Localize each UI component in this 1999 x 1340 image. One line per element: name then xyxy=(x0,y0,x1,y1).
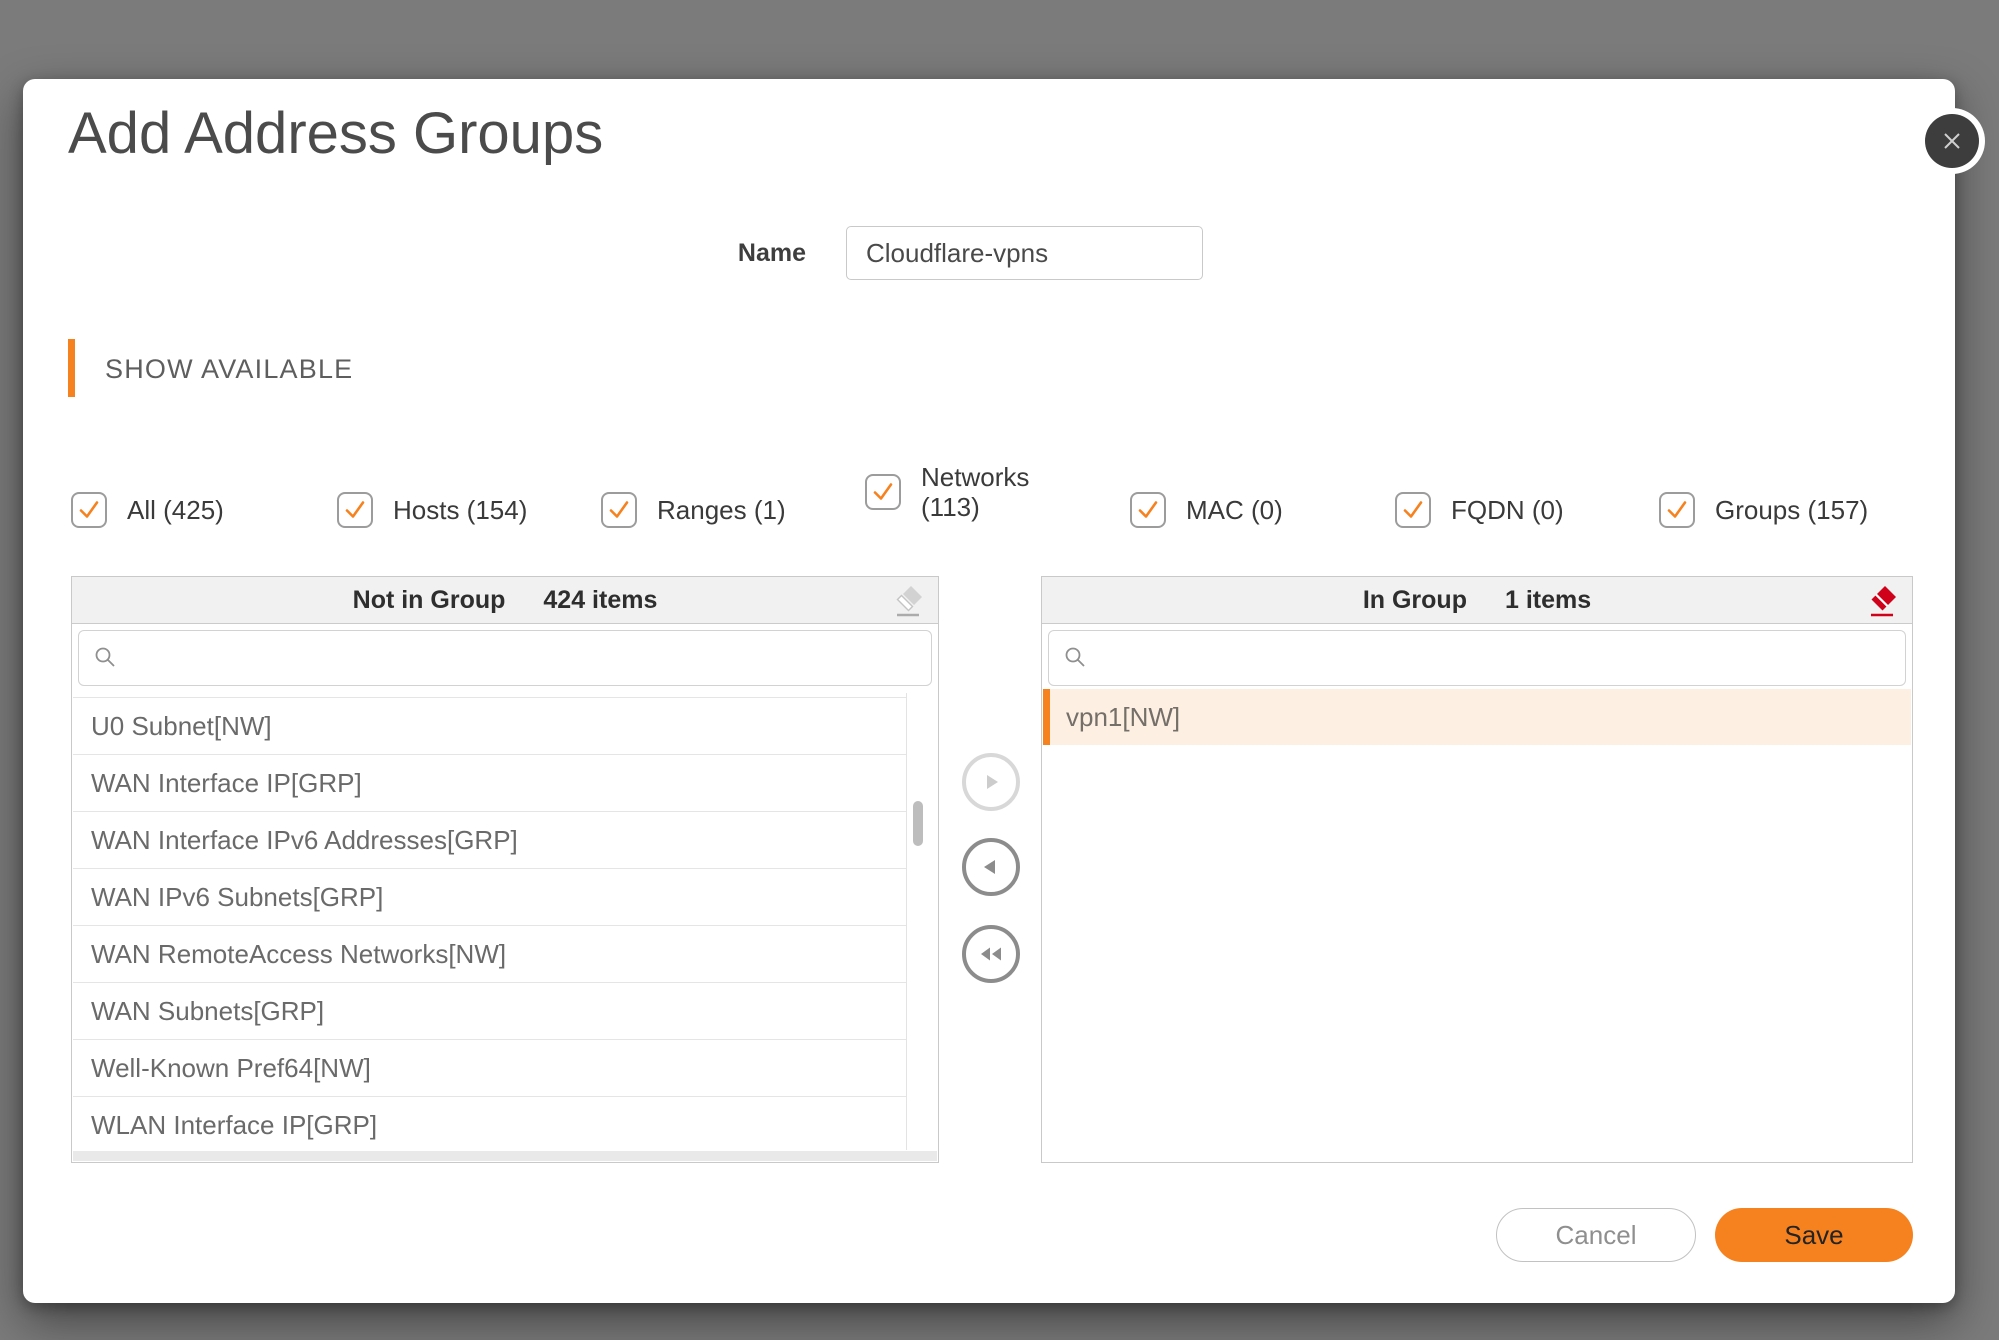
horizontal-scrollbar[interactable] xyxy=(73,1151,937,1161)
checkbox-checked-icon[interactable] xyxy=(71,492,107,528)
move-right-button[interactable] xyxy=(962,753,1020,811)
vertical-scrollbar[interactable] xyxy=(906,693,937,1150)
search-icon xyxy=(1063,645,1089,671)
not-in-group-list: U0 Subnet[NW] WAN Interface IP[GRP] WAN … xyxy=(73,697,906,1150)
list-item-label: vpn1[NW] xyxy=(1066,702,1180,733)
close-icon xyxy=(1925,114,1979,168)
not-in-group-panel: Not in Group 424 items U0 Subnet[NW] xyxy=(71,576,939,1163)
save-label: Save xyxy=(1784,1220,1843,1251)
filter-label: Groups (157) xyxy=(1715,495,1868,525)
list-item[interactable]: WAN RemoteAccess Networks[NW] xyxy=(73,926,906,983)
section-title: SHOW AVAILABLE xyxy=(105,354,353,385)
search-box xyxy=(78,630,932,686)
section-accent-bar xyxy=(68,339,75,397)
search-icon xyxy=(93,645,119,671)
filter-groups[interactable]: Groups (157) xyxy=(1659,482,1868,538)
move-all-left-button[interactable] xyxy=(962,925,1020,983)
checkbox-checked-icon[interactable] xyxy=(337,492,373,528)
filter-label: FQDN (0) xyxy=(1451,495,1564,525)
move-left-button[interactable] xyxy=(962,838,1020,896)
group-name-input[interactable] xyxy=(846,226,1203,280)
filter-mac[interactable]: MAC (0) xyxy=(1130,482,1283,538)
not-in-group-header: Not in Group 424 items xyxy=(72,577,938,624)
filter-label: MAC (0) xyxy=(1186,495,1283,525)
list-item[interactable]: Well-Known Pref64[NW] xyxy=(73,1040,906,1097)
panel-count: 1 items xyxy=(1505,586,1591,615)
name-label: Name xyxy=(706,239,806,268)
filter-hosts[interactable]: Hosts (154) xyxy=(337,482,527,538)
list-item[interactable]: U0 Subnet[NW] xyxy=(73,698,906,755)
close-button[interactable] xyxy=(1919,108,1985,174)
save-button[interactable]: Save xyxy=(1715,1208,1913,1262)
filter-label: Networks (113) xyxy=(921,462,1049,522)
checkbox-checked-icon[interactable] xyxy=(1130,492,1166,528)
selected-list-item[interactable]: vpn1[NW] xyxy=(1043,689,1911,745)
dialog-title: Add Address Groups xyxy=(68,101,603,167)
filter-networks[interactable]: Networks (113) xyxy=(865,464,1049,520)
panel-count: 424 items xyxy=(543,586,657,615)
arrow-left-icon xyxy=(980,856,1002,878)
in-group-search-input[interactable] xyxy=(1099,630,1905,686)
panel-title: Not in Group xyxy=(353,586,506,615)
filter-label: Hosts (154) xyxy=(393,495,527,525)
scrollbar-thumb[interactable] xyxy=(913,801,923,846)
eraser-icon-red[interactable] xyxy=(1866,584,1898,618)
checkbox-checked-icon[interactable] xyxy=(601,492,637,528)
filter-all[interactable]: All (425) xyxy=(71,482,224,538)
add-address-groups-dialog: Add Address Groups Name SHOW AVAILABLE A… xyxy=(23,79,1955,1303)
in-group-panel: In Group 1 items xyxy=(1041,576,1913,1163)
arrow-right-icon xyxy=(980,771,1002,793)
checkbox-checked-icon[interactable] xyxy=(1395,492,1431,528)
cancel-label: Cancel xyxy=(1556,1220,1637,1251)
double-arrow-left-icon xyxy=(978,943,1004,965)
list-item[interactable]: WAN IPv6 Subnets[GRP] xyxy=(73,869,906,926)
filter-ranges[interactable]: Ranges (1) xyxy=(601,482,786,538)
screen-overlay: Add Address Groups Name SHOW AVAILABLE A… xyxy=(0,0,1999,1340)
panel-title: In Group xyxy=(1363,586,1467,615)
eraser-icon[interactable] xyxy=(892,584,924,618)
list-item[interactable]: WLAN Interface IP[GRP] xyxy=(73,1097,906,1150)
in-group-header: In Group 1 items xyxy=(1042,577,1912,624)
checkbox-checked-icon[interactable] xyxy=(1659,492,1695,528)
list-item[interactable]: WAN Interface IP[GRP] xyxy=(73,755,906,812)
filter-label: Ranges (1) xyxy=(657,495,786,525)
list-item[interactable]: WAN Interface IPv6 Addresses[GRP] xyxy=(73,812,906,869)
search-box xyxy=(1048,630,1906,686)
filter-label: All (425) xyxy=(127,495,224,525)
list-item[interactable]: WAN Subnets[GRP] xyxy=(73,983,906,1040)
selection-accent-bar xyxy=(1043,689,1050,745)
checkbox-checked-icon[interactable] xyxy=(865,474,901,510)
cancel-button[interactable]: Cancel xyxy=(1496,1208,1696,1262)
filter-fqdn[interactable]: FQDN (0) xyxy=(1395,482,1564,538)
not-in-group-search-input[interactable] xyxy=(129,630,931,686)
